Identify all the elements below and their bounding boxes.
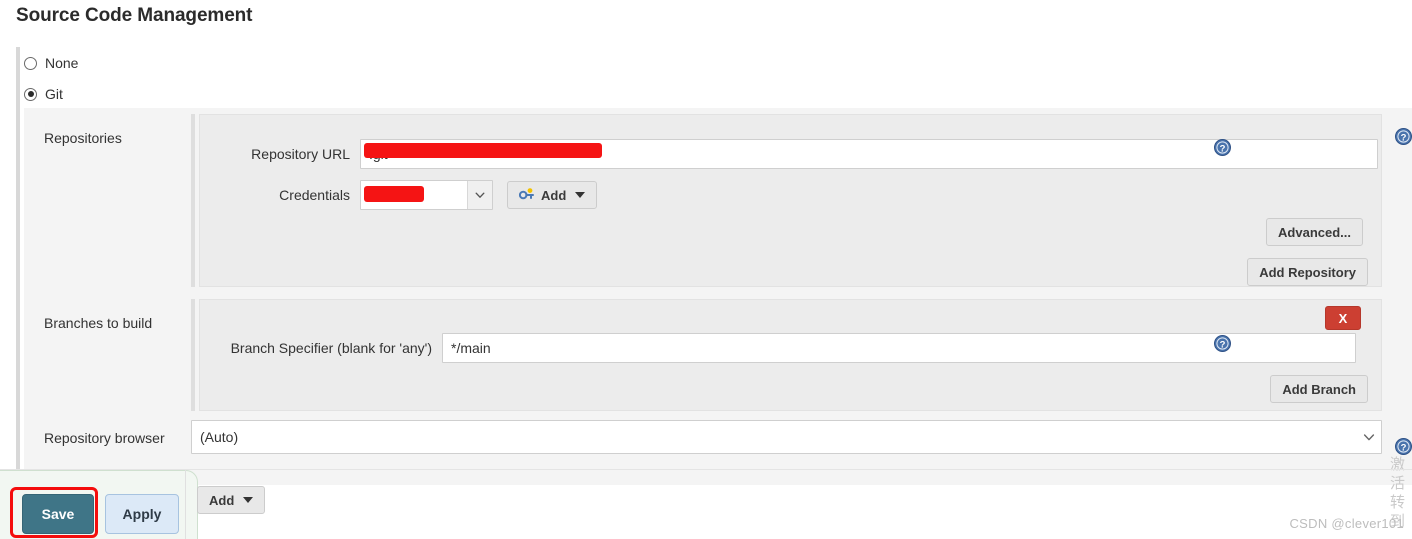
- caret-down-icon: [575, 192, 586, 198]
- branch-entry: X Branch Specifier (blank for 'any') */m…: [191, 299, 1382, 411]
- svg-text:?: ?: [1401, 442, 1407, 453]
- add-repository-button-label: Add Repository: [1259, 264, 1356, 280]
- footer-divider: [185, 470, 186, 539]
- scm-config-page: Source Code Management None Git Reposito…: [0, 0, 1412, 539]
- repository-entry-inner: Repository URL .git Credentials /: [199, 114, 1382, 287]
- scm-radio-git-label: Git: [45, 86, 63, 102]
- help-icon-repository-url[interactable]: ?: [1214, 139, 1231, 156]
- branch-specifier-label: Branch Specifier (blank for 'any'): [230, 340, 432, 356]
- apply-button[interactable]: Apply: [105, 494, 179, 534]
- repository-browser-select[interactable]: (Auto): [191, 420, 1382, 454]
- repositories-row: Repositories Repository URL .git: [24, 108, 1412, 288]
- save-button[interactable]: Save: [22, 494, 94, 534]
- advanced-button[interactable]: Advanced...: [1266, 218, 1363, 246]
- add-repository-button[interactable]: Add Repository: [1247, 258, 1368, 286]
- radio-none-indicator[interactable]: [24, 56, 37, 70]
- repository-url-field: Repository URL .git: [200, 139, 1381, 169]
- credentials-redaction: [364, 186, 424, 202]
- repository-browser-value: (Auto): [200, 429, 239, 445]
- repository-browser-row: Repository browser (Auto): [24, 416, 1412, 464]
- add-credentials-button[interactable]: Add: [507, 181, 598, 209]
- branch-specifier-field: Branch Specifier (blank for 'any') */mai…: [200, 333, 1381, 363]
- svg-text:?: ?: [1220, 339, 1226, 350]
- caret-down-icon-footer: [243, 497, 254, 503]
- key-icon: [518, 187, 535, 204]
- branches-row: Branches to build X Branch Specifier (bl…: [24, 294, 1412, 411]
- windows-activation-line1: 激活: [1390, 456, 1406, 492]
- repository-url-label: Repository URL: [251, 146, 350, 162]
- help-icon-right-top[interactable]: ?: [1395, 128, 1412, 145]
- credentials-field: Credentials /******: [200, 180, 1381, 210]
- credentials-label: Credentials: [279, 187, 350, 203]
- footer-separator: [0, 469, 1412, 470]
- chevron-down-icon[interactable]: [467, 181, 492, 209]
- repository-url-redaction: [364, 143, 602, 158]
- repositories-label: Repositories: [44, 130, 122, 146]
- radio-git-indicator[interactable]: [24, 87, 37, 101]
- page-title: Source Code Management: [16, 5, 253, 26]
- advanced-button-label: Advanced...: [1278, 224, 1351, 240]
- footer-add-button[interactable]: Add: [197, 486, 266, 514]
- add-branch-button-label: Add Branch: [1282, 381, 1356, 397]
- svg-text:?: ?: [1220, 143, 1226, 154]
- scm-section: None Git Repositories Repository URL .gi…: [16, 47, 1412, 485]
- credentials-select-wrap: /******: [360, 180, 493, 210]
- help-icon-branch-specifier[interactable]: ?: [1214, 335, 1231, 352]
- svg-text:?: ?: [1401, 132, 1407, 143]
- scm-radio-none-label: None: [45, 55, 79, 71]
- scm-radio-none[interactable]: None: [20, 52, 78, 74]
- repository-entry: Repository URL .git Credentials /: [191, 114, 1382, 287]
- branches-label: Branches to build: [44, 315, 153, 331]
- footer-add-button-label: Add: [209, 492, 235, 508]
- delete-branch-button[interactable]: X: [1325, 306, 1361, 330]
- add-branch-button[interactable]: Add Branch: [1270, 375, 1368, 403]
- csdn-watermark: CSDN @clever101: [1289, 516, 1404, 531]
- repository-browser-label: Repository browser: [44, 430, 165, 446]
- help-icon-right-bottom[interactable]: ?: [1395, 438, 1412, 455]
- add-credentials-button-label: Add: [541, 187, 567, 203]
- scm-radio-git[interactable]: Git: [20, 83, 63, 105]
- git-config-panel: Repositories Repository URL .git: [24, 108, 1412, 485]
- branch-entry-inner: X Branch Specifier (blank for 'any') */m…: [199, 299, 1382, 411]
- chevron-down-icon-browser[interactable]: [1357, 421, 1381, 453]
